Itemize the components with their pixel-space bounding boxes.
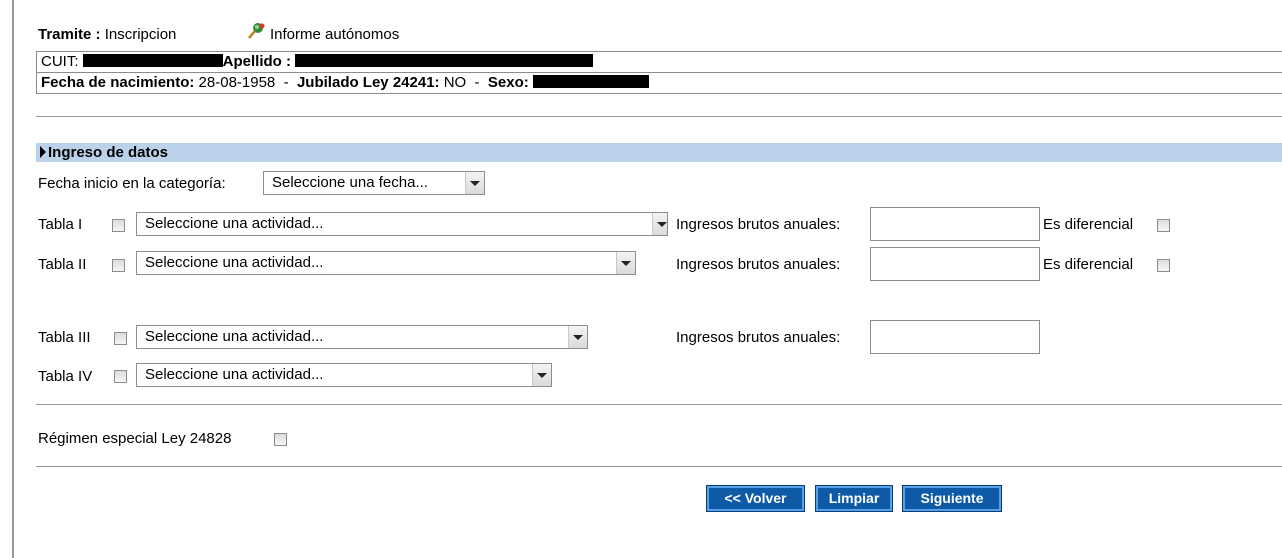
tabla-iii-label: Tabla III	[38, 329, 91, 346]
chevron-down-icon[interactable]	[568, 326, 587, 348]
tabla-iv-select[interactable]: Seleccione una actividad...	[136, 363, 552, 387]
sexo-label: Sexo:	[487, 74, 529, 91]
cuit-label: CUIT:	[41, 53, 79, 70]
jubilado-value: NO	[443, 74, 467, 91]
tabla-iii-ingresos-input[interactable]	[870, 320, 1040, 354]
cuit-redaction	[82, 54, 223, 67]
regimen-checkbox[interactable]	[274, 433, 287, 446]
jubilado-label: Jubilado Ley 24241:	[296, 74, 440, 91]
triangle-right-icon	[40, 146, 46, 158]
datos-personales-row: Fecha de nacimiento: 28-08-1958 - Jubila…	[37, 72, 1282, 93]
tabla-i-diferencial-label: Es diferencial	[1043, 216, 1134, 233]
tabla-ii-label: Tabla II	[38, 256, 87, 273]
chevron-down-icon[interactable]	[465, 172, 484, 194]
apellido-redaction	[295, 54, 594, 67]
tabla-iii-select-value: Seleccione una actividad...	[145, 328, 324, 345]
chevron-down-icon[interactable]	[616, 252, 635, 274]
divider	[36, 116, 1282, 117]
fecha-inicio-select[interactable]: Seleccione una fecha...	[263, 171, 485, 195]
tabla-ii-checkbox[interactable]	[112, 259, 125, 272]
tabla-i-select-value: Seleccione una actividad...	[145, 215, 324, 232]
tabla-i-ingresos-label: Ingresos brutos anuales:	[676, 216, 841, 233]
sexo-redaction	[532, 75, 649, 88]
tabla-iii-select[interactable]: Seleccione una actividad...	[136, 325, 588, 349]
volver-button[interactable]: << Volver	[706, 485, 805, 512]
tramite-label: Tramite :	[38, 26, 101, 43]
tabla-ii-diferencial-label: Es diferencial	[1043, 256, 1134, 273]
fecha-nac-label: Fecha de nacimiento:	[41, 74, 195, 91]
tabla-iii-ingresos-label: Ingresos brutos anuales:	[676, 329, 841, 346]
tabla-ii-diferencial-checkbox[interactable]	[1157, 259, 1170, 272]
map-pin-icon[interactable]	[246, 22, 266, 40]
chevron-down-icon[interactable]	[652, 213, 667, 235]
tabla-i-checkbox[interactable]	[112, 219, 125, 232]
tramite-line: Tramite : Inscripcion	[38, 26, 176, 43]
tabla-i-label: Tabla I	[38, 216, 83, 233]
section-header: Ingreso de datos	[36, 143, 1282, 162]
tabla-iii-checkbox[interactable]	[114, 332, 127, 345]
separator: -	[474, 74, 480, 91]
divider	[36, 404, 1282, 405]
tramite-value: Inscripcion	[104, 26, 177, 43]
tabla-ii-select-value: Seleccione una actividad...	[145, 254, 324, 271]
regimen-label: Régimen especial Ley 24828	[38, 430, 232, 447]
informe-link[interactable]: Informe autónomos	[270, 26, 399, 43]
cuit-row: CUIT: Apellido :	[37, 52, 1282, 72]
tabla-i-diferencial-checkbox[interactable]	[1157, 219, 1170, 232]
limpiar-button[interactable]: Limpiar	[815, 485, 893, 512]
tabla-iv-select-value: Seleccione una actividad...	[145, 366, 324, 383]
tabla-ii-ingresos-input[interactable]	[870, 247, 1040, 281]
apellido-label: Apellido :	[222, 53, 291, 70]
tabla-iv-label: Tabla IV	[38, 368, 93, 385]
tabla-ii-ingresos-label: Ingresos brutos anuales:	[676, 256, 841, 273]
separator: -	[283, 74, 289, 91]
fecha-nac-value: 28-08-1958	[198, 74, 276, 91]
fecha-inicio-value: Seleccione una fecha...	[272, 174, 428, 191]
chevron-down-icon[interactable]	[532, 364, 551, 386]
tabla-i-select[interactable]: Seleccione una actividad...	[136, 212, 668, 236]
siguiente-button[interactable]: Siguiente	[902, 485, 1002, 512]
divider	[36, 466, 1282, 467]
tabla-i-ingresos-input[interactable]	[870, 207, 1040, 241]
contribuyente-info: CUIT: Apellido : Fecha de nacimiento: 28…	[36, 51, 1282, 94]
left-border	[12, 0, 14, 558]
section-title: Ingreso de datos	[48, 144, 169, 161]
tabla-ii-select[interactable]: Seleccione una actividad...	[136, 251, 636, 275]
fecha-inicio-label: Fecha inicio en la categoría:	[38, 175, 226, 192]
tabla-iv-checkbox[interactable]	[114, 370, 127, 383]
